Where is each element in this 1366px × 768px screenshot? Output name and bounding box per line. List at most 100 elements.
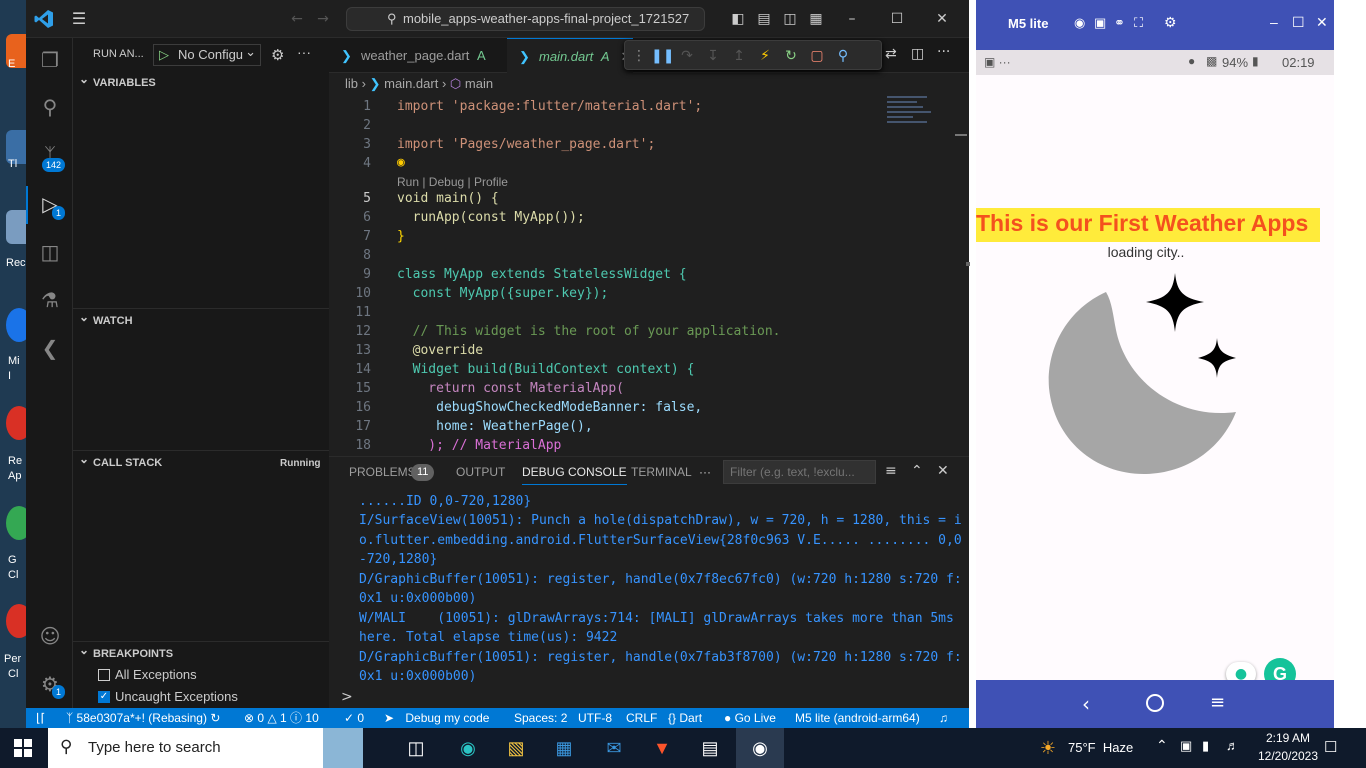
lightbulb-icon[interactable]: ◉ (397, 155, 405, 170)
step-over-icon[interactable]: ↷ (677, 46, 697, 66)
tab-weather-page[interactable]: ❯ weather_page.dart A (329, 38, 505, 73)
nav-back-icon[interactable]: ‹ (1082, 692, 1090, 716)
debug-status[interactable]: ➤ Debug my code (384, 708, 489, 728)
tab-terminal[interactable]: TERMINAL (631, 457, 692, 487)
explorer-icon[interactable]: ❐ (36, 46, 64, 74)
console-filter-input[interactable] (723, 460, 876, 484)
nav-recents-icon[interactable]: ≡ (1210, 692, 1225, 713)
breakpoint-uncaught-checkbox[interactable]: ✓ (98, 691, 110, 703)
toggle-sidebar-icon[interactable]: ◧ (729, 10, 747, 28)
forward-arrow-icon[interactable]: → (314, 10, 332, 28)
testing-icon[interactable]: ⚗ (36, 286, 64, 314)
panel-more-icon[interactable]: ··· (699, 457, 711, 487)
network-icon[interactable]: ▣ (1180, 738, 1192, 754)
close-panel-icon[interactable]: ✕ (937, 463, 949, 479)
minimap[interactable] (887, 94, 939, 134)
emulator-app-icon[interactable]: ◉ (748, 736, 772, 760)
compare-changes-icon[interactable]: ⇄ (885, 46, 897, 62)
editor-more-icon[interactable]: ··· (937, 44, 950, 60)
nav-home-icon[interactable] (1146, 694, 1164, 712)
editor-scrollbar[interactable] (955, 134, 967, 136)
branch-status[interactable]: ᛉ 58e0307a*+! (Rebasing) ↻ (66, 708, 220, 728)
maximize-icon[interactable]: ☐ (888, 10, 906, 28)
back-arrow-icon[interactable]: ← (288, 10, 306, 28)
pause-icon[interactable]: ❚❚ (651, 46, 674, 66)
brave-browser-icon[interactable]: ▼ (650, 736, 674, 760)
command-center-search[interactable]: ⚲ mobile_apps-weather-apps-final-project… (346, 7, 705, 31)
problems-status[interactable]: ⊗ 0 △ 1 ⓘ 10 (244, 708, 319, 728)
stop-icon[interactable]: ▢ (807, 46, 827, 66)
account-icon[interactable]: ☺ (36, 622, 64, 650)
start-windows-icon[interactable] (14, 739, 32, 757)
maximize-panel-icon[interactable]: ⌃ (911, 463, 923, 479)
code-editor[interactable]: 1 2 3 4 5 6 7 8 9 10 11 12 13 14 15 16 1… (329, 99, 949, 456)
emulator-close-icon[interactable]: ✕ (1316, 14, 1328, 31)
notifications-bell-icon[interactable]: ♫ (939, 708, 948, 728)
console-prompt[interactable]: > (341, 689, 353, 705)
emulator-settings-gear-icon[interactable]: ⚙ (1164, 14, 1177, 31)
flutter-icon[interactable]: ❮ (36, 334, 64, 362)
variables-section-header[interactable]: VARIABLES (73, 68, 329, 94)
menu-icon[interactable]: ☰ (70, 10, 88, 28)
taskbar-search-box[interactable]: ⚲ Type here to search (48, 728, 363, 768)
microsoft-store-icon[interactable]: ▦ (552, 736, 576, 760)
debug-settings-gear-icon[interactable]: ⚙ (271, 46, 284, 64)
desktop-icon[interactable] (6, 308, 26, 342)
search-icon[interactable]: ⚲ (36, 93, 64, 121)
desktop-icon[interactable] (6, 210, 26, 244)
language-status[interactable]: {} Dart (668, 708, 702, 728)
battery-tray-icon[interactable]: ▮ (1202, 738, 1209, 754)
remote-icon[interactable]: ⌊⌈ (36, 708, 45, 728)
clock-time[interactable]: 2:19 AM (1258, 731, 1318, 745)
drag-handle-icon[interactable]: ⋮ (629, 46, 649, 66)
toggle-panel-icon[interactable]: ▤ (755, 10, 773, 28)
watch-section-header[interactable]: WATCH (73, 306, 329, 332)
desktop-icon[interactable] (6, 406, 26, 440)
more-actions-icon[interactable]: ··· (297, 44, 311, 60)
camera-icon[interactable]: ◉ (1074, 15, 1085, 31)
video-icon[interactable]: ▣ (1094, 15, 1106, 31)
minimize-icon[interactable]: – (843, 10, 861, 28)
task-view-icon[interactable]: ◫ (404, 736, 428, 760)
clock-date[interactable]: 12/20/2023 (1252, 749, 1324, 763)
go-live-status[interactable]: ● Go Live (724, 708, 776, 728)
spaces-status[interactable]: Spaces: 2 (514, 708, 567, 728)
tray-chevron-icon[interactable]: ⌃ (1156, 737, 1168, 754)
mail-icon[interactable]: ✉ (602, 736, 626, 760)
codelens-run-debug-profile[interactable]: Run | Debug | Profile (397, 175, 508, 189)
app-window-icon[interactable]: ▤ (698, 736, 722, 760)
split-editor-icon[interactable]: ◫ (911, 46, 924, 62)
hot-restart-icon[interactable]: ↻ (781, 46, 801, 66)
fullscreen-icon[interactable]: ⛶ (1134, 15, 1143, 31)
encoding-status[interactable]: UTF-8 (578, 708, 612, 728)
device-status[interactable]: M5 lite (android-arm64) (795, 708, 920, 728)
desktop-icon[interactable] (6, 604, 26, 638)
volume-icon[interactable]: ♬ (1226, 738, 1239, 753)
start-debug-icon[interactable]: ▷ (159, 45, 169, 65)
headset-icon[interactable]: ⚭ (1114, 15, 1125, 31)
tab-problems[interactable]: PROBLEMS (349, 457, 416, 487)
customize-layout-icon[interactable]: ▦ (807, 10, 825, 28)
tab-output[interactable]: OUTPUT (456, 457, 505, 487)
clear-console-icon[interactable]: ≡ (885, 463, 897, 479)
step-into-icon[interactable]: ↧ (703, 46, 723, 66)
eol-status[interactable]: CRLF (626, 708, 657, 728)
launch-config-dropdown[interactable]: ▷ No Configu ⌄ (153, 44, 261, 66)
edge-browser-icon[interactable]: ◉ (456, 736, 480, 760)
tab-debug-console[interactable]: DEBUG CONSOLE (522, 457, 627, 485)
breadcrumb-folder[interactable]: lib (345, 76, 358, 91)
emulator-minimize-icon[interactable]: – (1270, 14, 1278, 30)
extensions-icon[interactable]: ◫ (36, 238, 64, 266)
tab-main[interactable]: ❯ main.dart A ✕ (507, 38, 633, 73)
step-out-icon[interactable]: ↥ (729, 46, 749, 66)
notification-center-icon[interactable]: ☐ (1324, 738, 1337, 756)
file-explorer-icon[interactable]: ▧ (504, 736, 528, 760)
devtools-search-icon[interactable]: ⚲ (833, 46, 853, 66)
breadcrumb-symbol[interactable]: main (465, 76, 493, 91)
breakpoints-section-header[interactable]: BREAKPOINTS (73, 639, 329, 665)
emulator-maximize-icon[interactable]: ☐ (1292, 14, 1305, 31)
breakpoint-all-checkbox[interactable] (98, 669, 110, 681)
ports-status[interactable]: ✓ 0 (344, 708, 364, 728)
desktop-icon[interactable] (6, 506, 26, 540)
hot-reload-icon[interactable]: ⚡ (755, 46, 775, 66)
